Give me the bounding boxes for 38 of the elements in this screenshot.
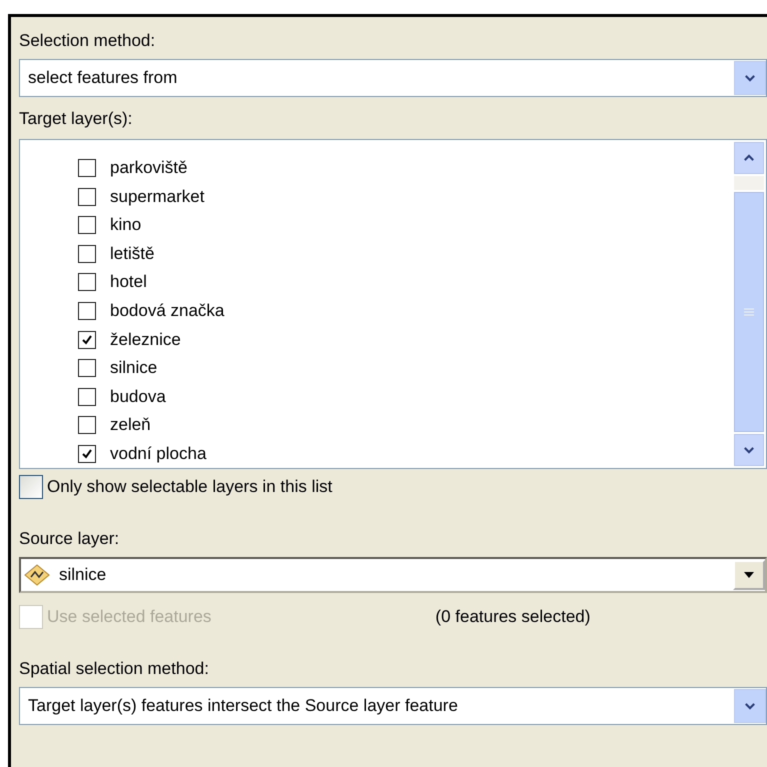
scrollbar-thumb[interactable]: [734, 192, 764, 432]
checkbox[interactable]: [78, 188, 96, 206]
line-layer-icon: [23, 563, 51, 587]
checkbox[interactable]: [78, 416, 96, 434]
checkbox[interactable]: [78, 244, 96, 263]
checkbox[interactable]: [78, 159, 96, 178]
field-label: Selection method:: [19, 30, 156, 52]
layer-name[interactable]: parkoviště: [110, 158, 188, 178]
field-label: Source layer:: [19, 528, 120, 550]
spatial-method-dropdown[interactable]: Target layer(s) features intersect the Source layer feature: [19, 687, 767, 725]
checkbox-label[interactable]: Only show selectable layers in this list: [47, 477, 332, 497]
scroll-up-icon[interactable]: [734, 142, 764, 174]
layer-name[interactable]: kino: [110, 215, 142, 236]
layer-name[interactable]: silnice: [110, 358, 158, 378]
checkmark-icon: [81, 334, 93, 346]
checkbox[interactable]: [78, 444, 96, 463]
checkbox[interactable]: [78, 359, 96, 378]
layer-name[interactable]: zeleň: [110, 415, 151, 436]
layer-name[interactable]: budova: [110, 386, 166, 407]
layer-name[interactable]: supermarket: [110, 186, 204, 207]
field-label: Target layer(s):: [19, 108, 134, 130]
layer-name[interactable]: železnice: [110, 330, 181, 350]
checkbox[interactable]: [78, 388, 96, 406]
scroll-down-icon[interactable]: [734, 434, 764, 466]
selection-method-dropdown[interactable]: select features from: [19, 59, 767, 97]
checkbox[interactable]: [78, 216, 96, 234]
layer-name[interactable]: bodová značka: [110, 301, 224, 321]
selection-count: (0 features selected): [435, 607, 590, 627]
layer-name[interactable]: hotel: [110, 272, 147, 292]
layer-name[interactable]: letiště: [110, 244, 154, 264]
checkbox[interactable]: [19, 475, 43, 499]
checkbox[interactable]: [78, 302, 96, 320]
checkbox[interactable]: [78, 273, 96, 292]
checkbox[interactable]: [78, 330, 96, 349]
checkmark-icon: [81, 448, 93, 460]
field-label: Spatial selection method:: [19, 658, 210, 680]
source-layer-dropdown[interactable]: silnice: [19, 557, 767, 593]
layer-name[interactable]: vodní plocha: [110, 444, 206, 464]
